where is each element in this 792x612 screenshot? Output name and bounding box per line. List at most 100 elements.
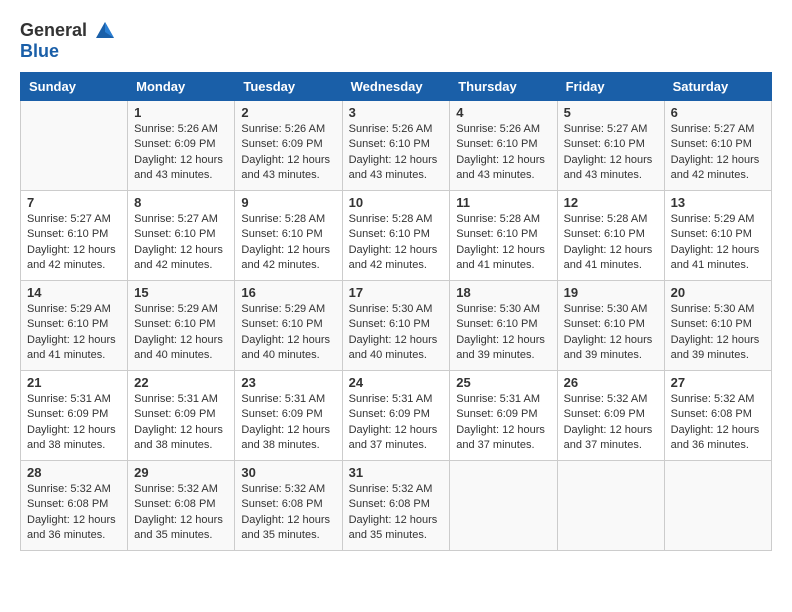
day-number: 14	[27, 285, 121, 300]
day-number: 21	[27, 375, 121, 390]
sunrise: Sunrise: 5:31 AM	[456, 392, 550, 407]
header-cell-saturday: Saturday	[664, 72, 771, 100]
day-number: 26	[564, 375, 658, 390]
sunset: Sunset: 6:10 PM	[241, 227, 335, 242]
calendar-cell: 8Sunrise: 5:27 AMSunset: 6:10 PMDaylight…	[128, 190, 235, 280]
daylight: Daylight: 12 hours and 36 minutes.	[671, 423, 765, 454]
day-number: 11	[456, 195, 550, 210]
calendar-cell: 5Sunrise: 5:27 AMSunset: 6:10 PMDaylight…	[557, 100, 664, 190]
header-cell-monday: Monday	[128, 72, 235, 100]
sunset: Sunset: 6:09 PM	[134, 137, 228, 152]
day-number: 29	[134, 465, 228, 480]
day-number: 22	[134, 375, 228, 390]
daylight: Daylight: 12 hours and 37 minutes.	[349, 423, 444, 454]
calendar-cell: 21Sunrise: 5:31 AMSunset: 6:09 PMDayligh…	[21, 370, 128, 460]
day-number: 24	[349, 375, 444, 390]
daylight: Daylight: 12 hours and 41 minutes.	[27, 333, 121, 364]
sunset: Sunset: 6:10 PM	[456, 317, 550, 332]
sunrise: Sunrise: 5:29 AM	[241, 302, 335, 317]
calendar-cell: 13Sunrise: 5:29 AMSunset: 6:10 PMDayligh…	[664, 190, 771, 280]
calendar-cell: 3Sunrise: 5:26 AMSunset: 6:10 PMDaylight…	[342, 100, 450, 190]
calendar-cell: 18Sunrise: 5:30 AMSunset: 6:10 PMDayligh…	[450, 280, 557, 370]
sunset: Sunset: 6:08 PM	[671, 407, 765, 422]
sunset: Sunset: 6:08 PM	[27, 497, 121, 512]
sunrise: Sunrise: 5:27 AM	[671, 122, 765, 137]
sunrise: Sunrise: 5:31 AM	[27, 392, 121, 407]
day-number: 27	[671, 375, 765, 390]
day-number: 18	[456, 285, 550, 300]
day-number: 23	[241, 375, 335, 390]
sunset: Sunset: 6:09 PM	[134, 407, 228, 422]
sunrise: Sunrise: 5:29 AM	[27, 302, 121, 317]
daylight: Daylight: 12 hours and 39 minutes.	[671, 333, 765, 364]
calendar-cell	[664, 460, 771, 550]
sunrise: Sunrise: 5:32 AM	[27, 482, 121, 497]
sunrise: Sunrise: 5:26 AM	[349, 122, 444, 137]
daylight: Daylight: 12 hours and 35 minutes.	[241, 513, 335, 544]
calendar-cell: 6Sunrise: 5:27 AMSunset: 6:10 PMDaylight…	[664, 100, 771, 190]
daylight: Daylight: 12 hours and 35 minutes.	[349, 513, 444, 544]
daylight: Daylight: 12 hours and 41 minutes.	[564, 243, 658, 274]
day-number: 2	[241, 105, 335, 120]
sunrise: Sunrise: 5:30 AM	[564, 302, 658, 317]
sunset: Sunset: 6:10 PM	[564, 227, 658, 242]
calendar-cell	[557, 460, 664, 550]
day-number: 12	[564, 195, 658, 210]
sunset: Sunset: 6:09 PM	[27, 407, 121, 422]
sunset: Sunset: 6:10 PM	[27, 317, 121, 332]
day-number: 3	[349, 105, 444, 120]
day-number: 7	[27, 195, 121, 210]
sunrise: Sunrise: 5:27 AM	[134, 212, 228, 227]
calendar-cell: 29Sunrise: 5:32 AMSunset: 6:08 PMDayligh…	[128, 460, 235, 550]
calendar-cell: 2Sunrise: 5:26 AMSunset: 6:09 PMDaylight…	[235, 100, 342, 190]
calendar-cell: 14 Sunrise: 5:29 AMSunset: 6:10 PMDayligh…	[21, 280, 128, 370]
day-number: 16	[241, 285, 335, 300]
daylight: Daylight: 12 hours and 39 minutes.	[564, 333, 658, 364]
sunset: Sunset: 6:10 PM	[349, 137, 444, 152]
day-number: 13	[671, 195, 765, 210]
sunrise: Sunrise: 5:32 AM	[671, 392, 765, 407]
sunrise: Sunrise: 5:32 AM	[564, 392, 658, 407]
calendar-week-5: 28Sunrise: 5:32 AMSunset: 6:08 PMDayligh…	[21, 460, 772, 550]
sunset: Sunset: 6:08 PM	[241, 497, 335, 512]
sunset: Sunset: 6:09 PM	[241, 137, 335, 152]
day-number: 10	[349, 195, 444, 210]
day-number: 30	[241, 465, 335, 480]
sunrise: Sunrise: 5:31 AM	[349, 392, 444, 407]
calendar-cell: 9Sunrise: 5:28 AMSunset: 6:10 PMDaylight…	[235, 190, 342, 280]
sunrise: Sunrise: 5:27 AM	[564, 122, 658, 137]
calendar-week-1: 1Sunrise: 5:26 AMSunset: 6:09 PMDaylight…	[21, 100, 772, 190]
header-cell-sunday: Sunday	[21, 72, 128, 100]
day-number: 1	[134, 105, 228, 120]
sunset: Sunset: 6:10 PM	[671, 227, 765, 242]
header-cell-thursday: Thursday	[450, 72, 557, 100]
sunrise: Sunrise: 5:30 AM	[349, 302, 444, 317]
sunset: Sunset: 6:09 PM	[564, 407, 658, 422]
sunset: Sunset: 6:10 PM	[27, 227, 121, 242]
calendar-week-3: 14Sunrise: 5:29 AMSunset: 6:10 PMDayligh…	[21, 280, 772, 370]
sunset: Sunset: 6:08 PM	[134, 497, 228, 512]
day-number: 5	[564, 105, 658, 120]
day-number: 25	[456, 375, 550, 390]
daylight: Daylight: 12 hours and 40 minutes.	[134, 333, 228, 364]
sunset: Sunset: 6:10 PM	[349, 317, 444, 332]
sunset: Sunset: 6:10 PM	[241, 317, 335, 332]
calendar-header-row: SundayMondayTuesdayWednesdayThursdayFrid…	[21, 72, 772, 100]
daylight: Daylight: 12 hours and 38 minutes.	[134, 423, 228, 454]
calendar-week-4: 21Sunrise: 5:31 AMSunset: 6:09 PMDayligh…	[21, 370, 772, 460]
sunrise: Sunrise: 5:28 AM	[564, 212, 658, 227]
header-cell-friday: Friday	[557, 72, 664, 100]
calendar-cell: 15Sunrise: 5:29 AMSunset: 6:10 PMDayligh…	[128, 280, 235, 370]
sunset: Sunset: 6:09 PM	[456, 407, 550, 422]
sunrise: Sunrise: 5:26 AM	[241, 122, 335, 137]
daylight: Daylight: 12 hours and 43 minutes.	[564, 153, 658, 184]
daylight: Daylight: 12 hours and 42 minutes.	[241, 243, 335, 274]
calendar-cell: 20Sunrise: 5:30 AMSunset: 6:10 PMDayligh…	[664, 280, 771, 370]
day-number: 15	[134, 285, 228, 300]
calendar-cell: 28Sunrise: 5:32 AMSunset: 6:08 PMDayligh…	[21, 460, 128, 550]
daylight: Daylight: 12 hours and 40 minutes.	[241, 333, 335, 364]
calendar-cell: 25Sunrise: 5:31 AMSunset: 6:09 PMDayligh…	[450, 370, 557, 460]
logo-blue: Blue	[20, 42, 116, 62]
daylight: Daylight: 12 hours and 43 minutes.	[134, 153, 228, 184]
sunset: Sunset: 6:09 PM	[349, 407, 444, 422]
